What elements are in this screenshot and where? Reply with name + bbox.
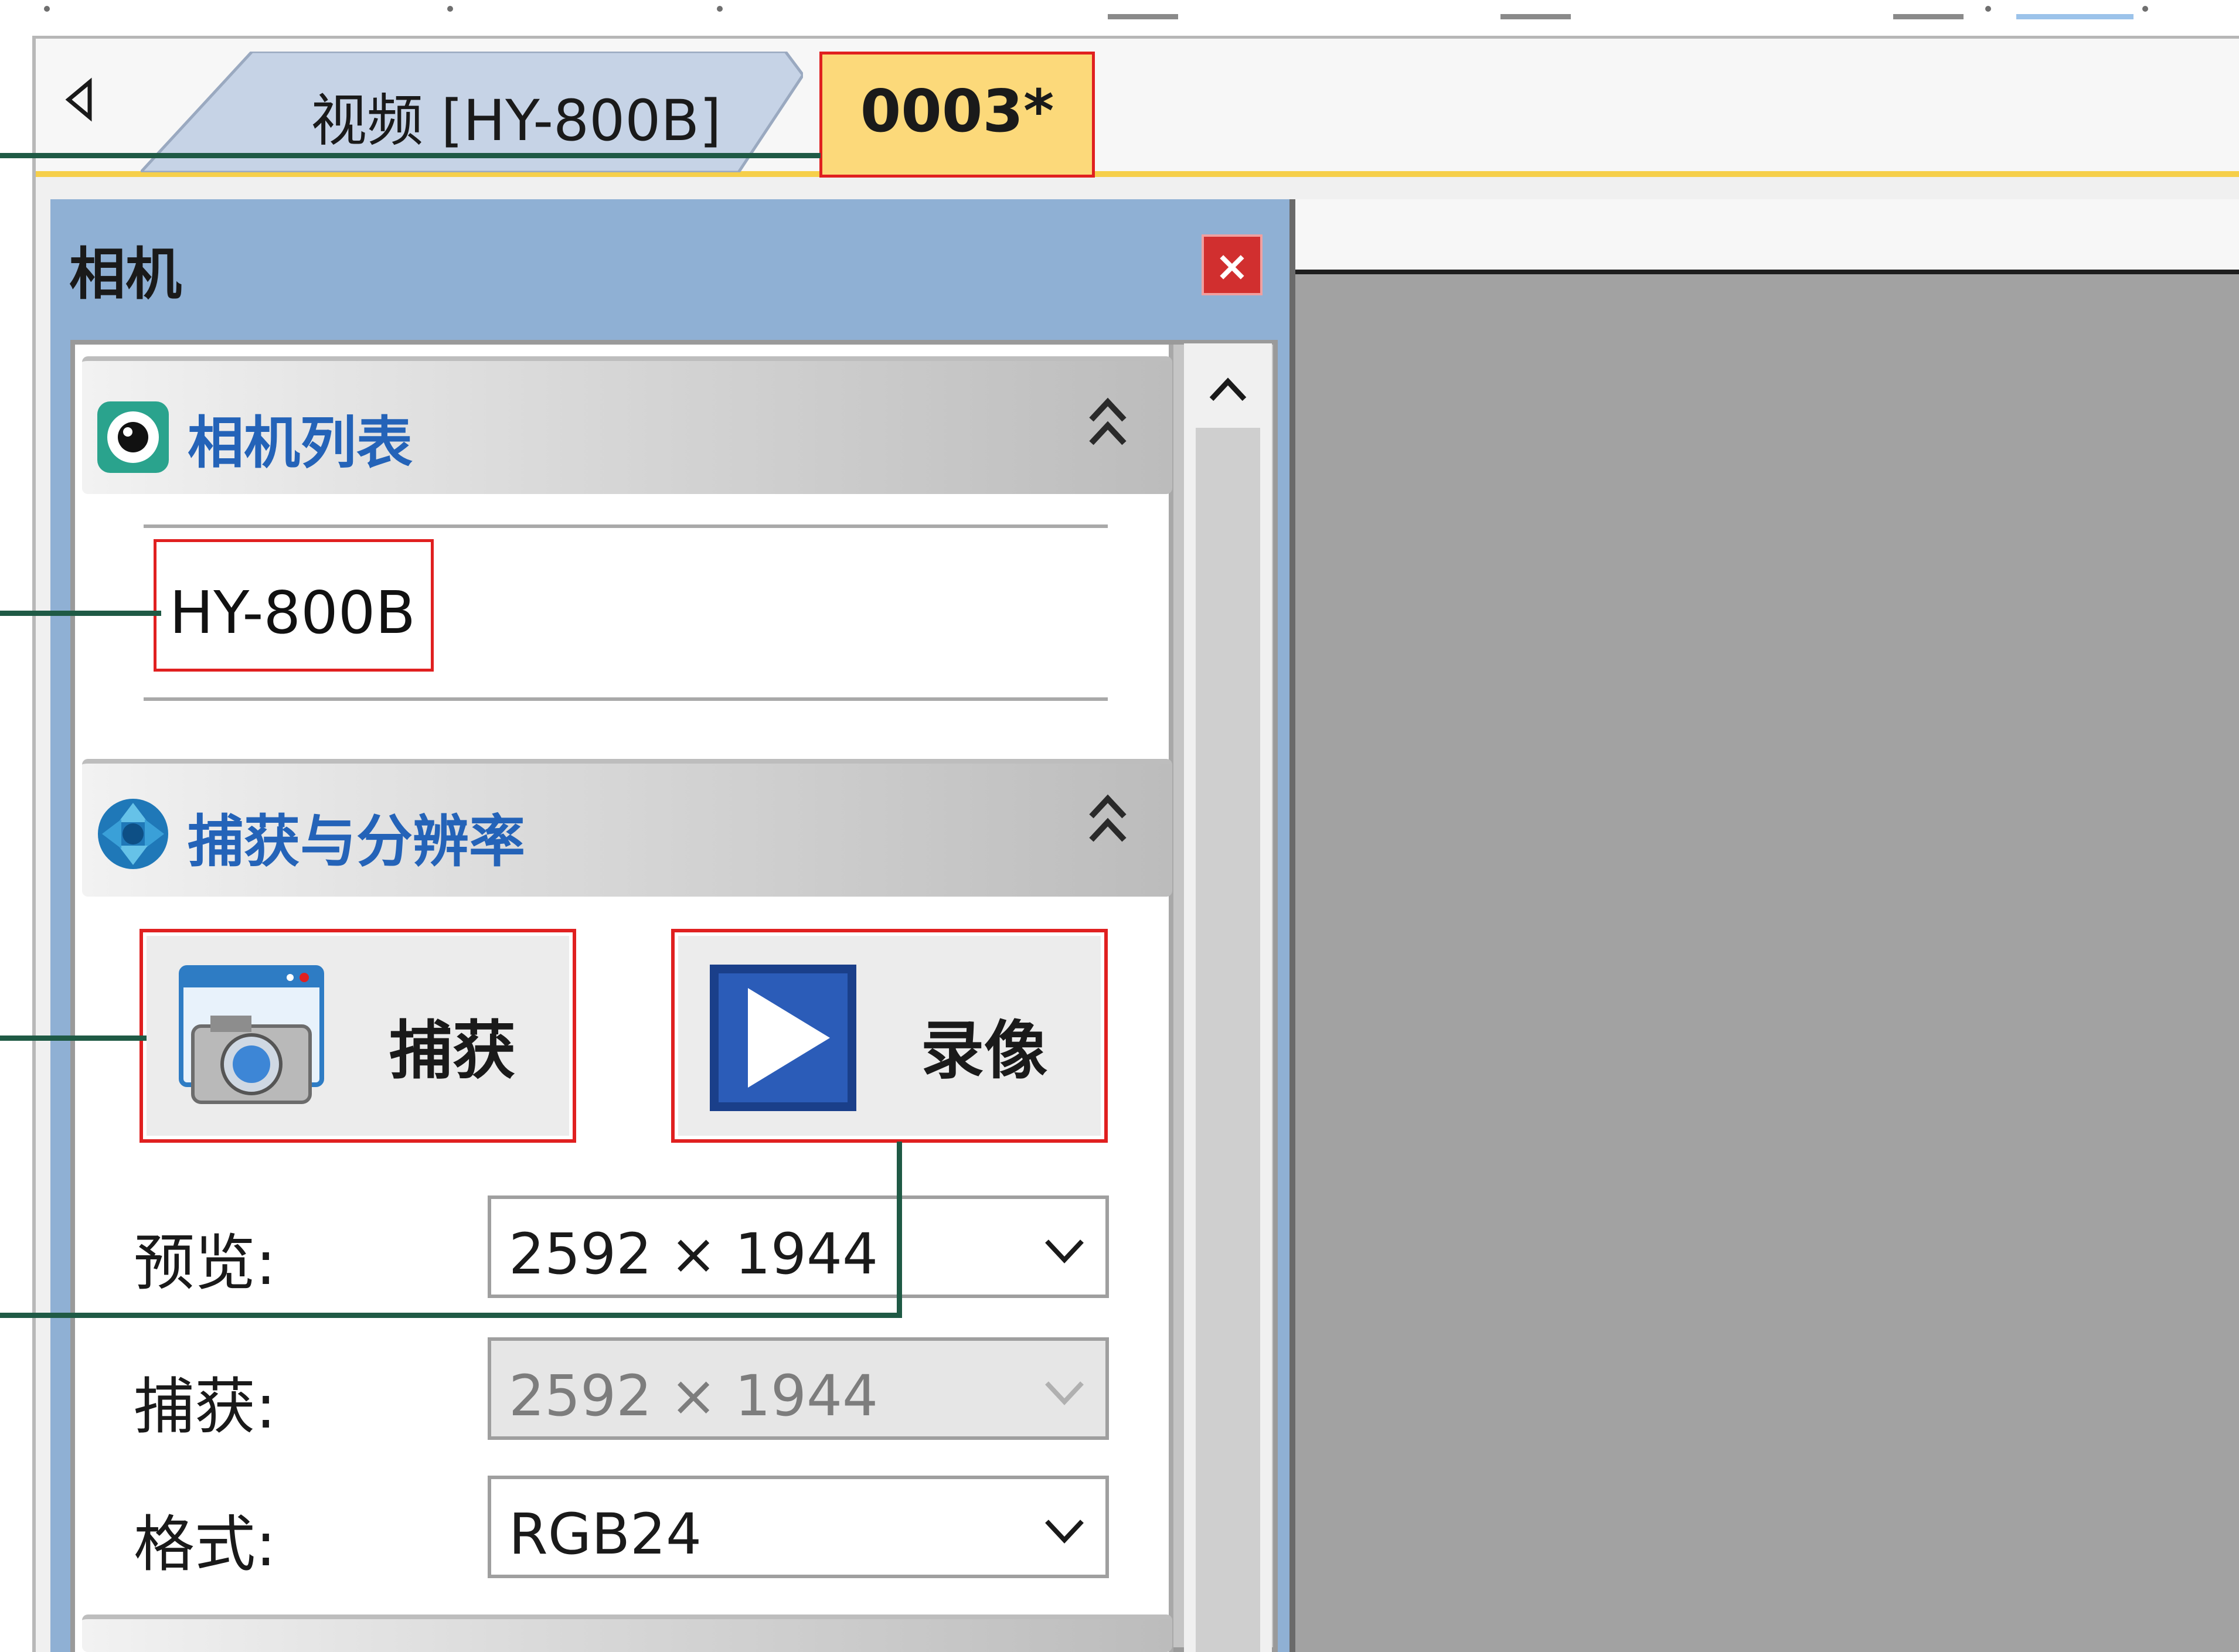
canvas-border	[1295, 270, 2239, 274]
camera-capture-icon	[179, 965, 324, 1104]
ruler-mark	[44, 6, 50, 12]
ruler-mark	[1108, 14, 1178, 19]
preview-resolution-select[interactable]: 2592 × 1944	[488, 1195, 1109, 1298]
chevron-down-icon	[1045, 1381, 1084, 1405]
tab-scroll-left-button[interactable]	[56, 76, 103, 123]
next-section-header[interactable]	[82, 1614, 1172, 1652]
callout-line	[0, 1313, 902, 1318]
section-title: 相机列表	[188, 410, 413, 476]
capture-resolution-select: 2592 × 1944	[488, 1337, 1109, 1440]
close-icon: ×	[1214, 242, 1250, 290]
scroll-up-button[interactable]	[1184, 352, 1272, 428]
ruler-mark	[1500, 14, 1571, 19]
ruler-mark	[2142, 6, 2148, 12]
format-label: 格式:	[134, 1508, 277, 1580]
double-chevron-up-icon[interactable]	[1084, 390, 1131, 467]
section-title: 捕获与分辨率	[188, 809, 525, 874]
double-chevron-up-icon[interactable]	[1084, 787, 1131, 864]
chevron-down-icon	[1045, 1239, 1084, 1263]
button-label: 捕获	[389, 1014, 516, 1088]
callout-line	[897, 1142, 902, 1317]
list-divider	[144, 524, 1108, 528]
camera-list-item[interactable]: HY-800B	[154, 539, 434, 672]
play-icon	[710, 965, 856, 1111]
camera-list-section-header[interactable]: 相机列表	[82, 356, 1172, 494]
pane-title: 相机	[69, 241, 182, 307]
select-value: 2592 × 1944	[509, 1363, 879, 1429]
ruler-mark	[717, 6, 723, 12]
capture-resolution-section-header[interactable]: 捕获与分辨率	[82, 759, 1172, 897]
aperture-icon	[98, 799, 168, 869]
capture-button[interactable]: 捕获	[139, 929, 576, 1143]
chevron-up-icon	[1209, 377, 1247, 401]
tab-label: 视频 [HY-800B]	[311, 88, 722, 154]
preview-resolution-label: 预览:	[134, 1227, 277, 1299]
ruler-mark	[1893, 14, 1964, 19]
ruler-mark	[1985, 6, 1991, 12]
tab-label: 0003*	[860, 77, 1054, 145]
ruler-mark	[2016, 14, 2133, 19]
scrollbar-thumb[interactable]	[1196, 428, 1260, 1652]
camera-name: HY-800B	[169, 578, 416, 647]
chevron-down-icon	[1045, 1520, 1084, 1544]
select-value: 2592 × 1944	[509, 1221, 879, 1287]
canvas-ruler	[1295, 199, 2239, 270]
format-select[interactable]: RGB24	[488, 1476, 1109, 1578]
record-button[interactable]: 录像	[671, 929, 1108, 1143]
ruler-mark	[447, 6, 453, 12]
webcam-icon	[97, 401, 169, 473]
callout-line	[0, 153, 821, 158]
callout-line	[0, 1036, 147, 1041]
live-preview-canvas[interactable]	[1295, 274, 2239, 1652]
pane-close-button[interactable]: ×	[1202, 234, 1263, 295]
list-divider	[144, 697, 1108, 701]
callout-line	[0, 611, 161, 616]
button-label: 录像	[921, 1014, 1048, 1088]
top-ruler	[32, 0, 2239, 39]
tab-document-0003[interactable]: 0003*	[819, 52, 1095, 178]
triangle-left-icon	[65, 77, 92, 122]
select-value: RGB24	[509, 1501, 702, 1567]
capture-resolution-label: 捕获:	[134, 1371, 277, 1442]
